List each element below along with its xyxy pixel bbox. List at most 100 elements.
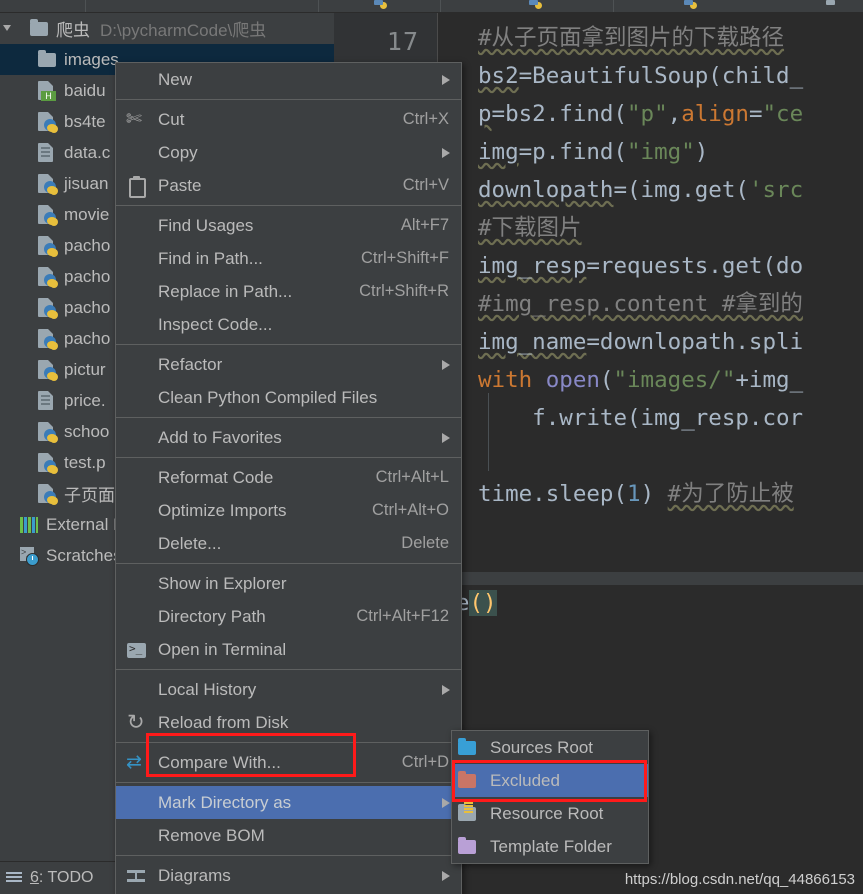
python-file-icon (38, 236, 58, 256)
menu-shortcut: Ctrl+D (401, 753, 449, 771)
menu-item-copy[interactable]: Copy (116, 136, 461, 169)
menu-item-refactor[interactable]: Refactor (116, 348, 461, 381)
tree-label: pacho (64, 235, 111, 255)
python-file-icon (38, 112, 58, 132)
menu-item-show-in-explorer[interactable]: Show in Explorer (116, 567, 461, 600)
menu-label: Reformat Code (158, 467, 274, 487)
cut-icon: ✄ (126, 108, 142, 130)
code-line: #img_resp.content #拿到的 (478, 291, 803, 317)
tree-label: pacho (64, 328, 111, 348)
submenu-arrow-icon (442, 433, 450, 443)
menu-label: Delete... (158, 533, 222, 553)
submenu-arrow-icon (442, 798, 450, 808)
chevron-down-icon[interactable] (3, 25, 11, 31)
submenu-label: Template Folder (490, 836, 612, 856)
menu-icon-placeholder (124, 501, 150, 521)
submenu-item-sources-root[interactable]: Sources Root (452, 731, 648, 764)
python-file-icon (38, 484, 58, 504)
tree-label: jisuan (64, 173, 109, 193)
menu-icon-placeholder (124, 428, 150, 448)
menu-item-directory-path[interactable]: Directory Path Ctrl+Alt+F12 (116, 600, 461, 633)
menu-item-new[interactable]: New (116, 63, 461, 96)
menu-item-optimize-imports[interactable]: Optimize Imports Ctrl+Alt+O (116, 494, 461, 527)
indent-guide (488, 393, 489, 471)
menu-shortcut: Ctrl+Alt+O (371, 501, 449, 519)
menu-item-local-history[interactable]: Local History (116, 673, 461, 706)
menu-label: Diagrams (158, 865, 231, 885)
tab-separator (440, 0, 441, 12)
menu-icon-placeholder (124, 607, 150, 627)
menu-label: Optimize Imports (158, 500, 287, 520)
todo-label[interactable]: : TODO (39, 869, 94, 887)
menu-icon-placeholder (124, 793, 150, 813)
menu-item-clean-python-compiled-files[interactable]: Clean Python Compiled Files (116, 381, 461, 414)
folder-icon (38, 49, 58, 70)
menu-item-add-to-favorites[interactable]: Add to Favorites (116, 421, 461, 454)
todo-index[interactable]: 6 (30, 869, 39, 887)
menu-separator (116, 344, 461, 345)
tree-label: Scratches (46, 545, 122, 565)
reload-icon: ↻ (127, 710, 145, 734)
menu-label: Mark Directory as (158, 792, 292, 812)
menu-icon-placeholder (124, 468, 150, 488)
code-line: p=bs2.find("p",align="ce (478, 101, 804, 127)
mark-directory-as-submenu[interactable]: Sources Root Excluded Resource Root Temp… (451, 730, 649, 864)
menu-item-replace-in-path[interactable]: Replace in Path... Ctrl+Shift+R (116, 275, 461, 308)
tree-label: External L (46, 514, 123, 534)
submenu-arrow-icon (442, 75, 450, 85)
python-file-icon (38, 174, 58, 194)
menu-item-mark-directory-as[interactable]: Mark Directory as (116, 786, 461, 819)
menu-label: Reload from Disk (158, 712, 289, 732)
scratches-icon (20, 546, 40, 566)
submenu-item-template-folder[interactable]: Template Folder (452, 830, 648, 863)
submenu-arrow-icon (442, 360, 450, 370)
tree-row-project-root[interactable]: 爬虫 D:\pycharmCode\爬虫 (0, 13, 334, 44)
menu-shortcut: Ctrl+V (402, 176, 449, 194)
menu-label: Clean Python Compiled Files (158, 387, 378, 407)
submenu-arrow-icon (442, 148, 450, 158)
folder-excluded-icon (458, 770, 484, 788)
menu-item-remove-bom[interactable]: Remove BOM (116, 819, 461, 852)
terminal-icon (124, 640, 150, 660)
code-line: #从子页面拿到图片的下载路径 (478, 25, 785, 51)
submenu-label: Sources Root (490, 737, 593, 757)
menu-item-compare-with[interactable]: ⇄ Compare With... Ctrl+D (116, 746, 461, 779)
menu-item-cut[interactable]: ✄ Cut Ctrl+X (116, 103, 461, 136)
menu-item-find-usages[interactable]: Find Usages Alt+F7 (116, 209, 461, 242)
paste-icon (124, 175, 150, 198)
menu-label: Inspect Code... (158, 314, 273, 334)
menu-label: Find in Path... (158, 248, 263, 268)
code-line: img_name=downlopath.spli (478, 329, 804, 355)
context-menu[interactable]: New ✄ Cut Ctrl+X Copy Paste Ctrl+V Find … (115, 62, 462, 894)
submenu-item-resource-root[interactable]: Resource Root (452, 797, 648, 830)
menu-item-paste[interactable]: Paste Ctrl+V (116, 169, 461, 202)
python-file-icon (38, 298, 58, 318)
menu-icon-placeholder (124, 388, 150, 408)
menu-icon-placeholder (124, 680, 150, 700)
menu-item-reload-from-disk[interactable]: ↻ Reload from Disk (116, 706, 461, 739)
todo-icon (6, 872, 22, 884)
menu-icon-placeholder (124, 70, 150, 90)
menu-item-reformat-code[interactable]: Reformat Code Ctrl+Alt+L (116, 461, 461, 494)
menu-icon-placeholder (124, 249, 150, 269)
menu-item-find-in-path[interactable]: Find in Path... Ctrl+Shift+F (116, 242, 461, 275)
menu-item-inspect-code[interactable]: Inspect Code... (116, 308, 461, 341)
menu-item-open-in-terminal[interactable]: Open in Terminal (116, 633, 461, 666)
editor-tab-strip[interactable] (0, 0, 863, 13)
python-file-tab-icon (684, 0, 693, 5)
file-tab-icon (826, 0, 835, 5)
menu-item-delete[interactable]: Delete... Delete (116, 527, 461, 560)
folder-resource-icon (458, 802, 484, 821)
python-file-tab-icon (529, 0, 538, 5)
python-file-tab-icon (374, 0, 383, 5)
python-file-icon (38, 360, 58, 380)
menu-label: New (158, 69, 193, 89)
menu-icon-placeholder (124, 826, 150, 846)
submenu-item-excluded[interactable]: Excluded (452, 764, 648, 797)
python-file-icon (38, 329, 58, 349)
menu-item-diagrams[interactable]: Diagrams (116, 859, 461, 892)
tree-label: price. (64, 390, 106, 410)
menu-separator (116, 782, 461, 783)
tab-separator (85, 0, 86, 12)
menu-icon-placeholder (124, 355, 150, 375)
